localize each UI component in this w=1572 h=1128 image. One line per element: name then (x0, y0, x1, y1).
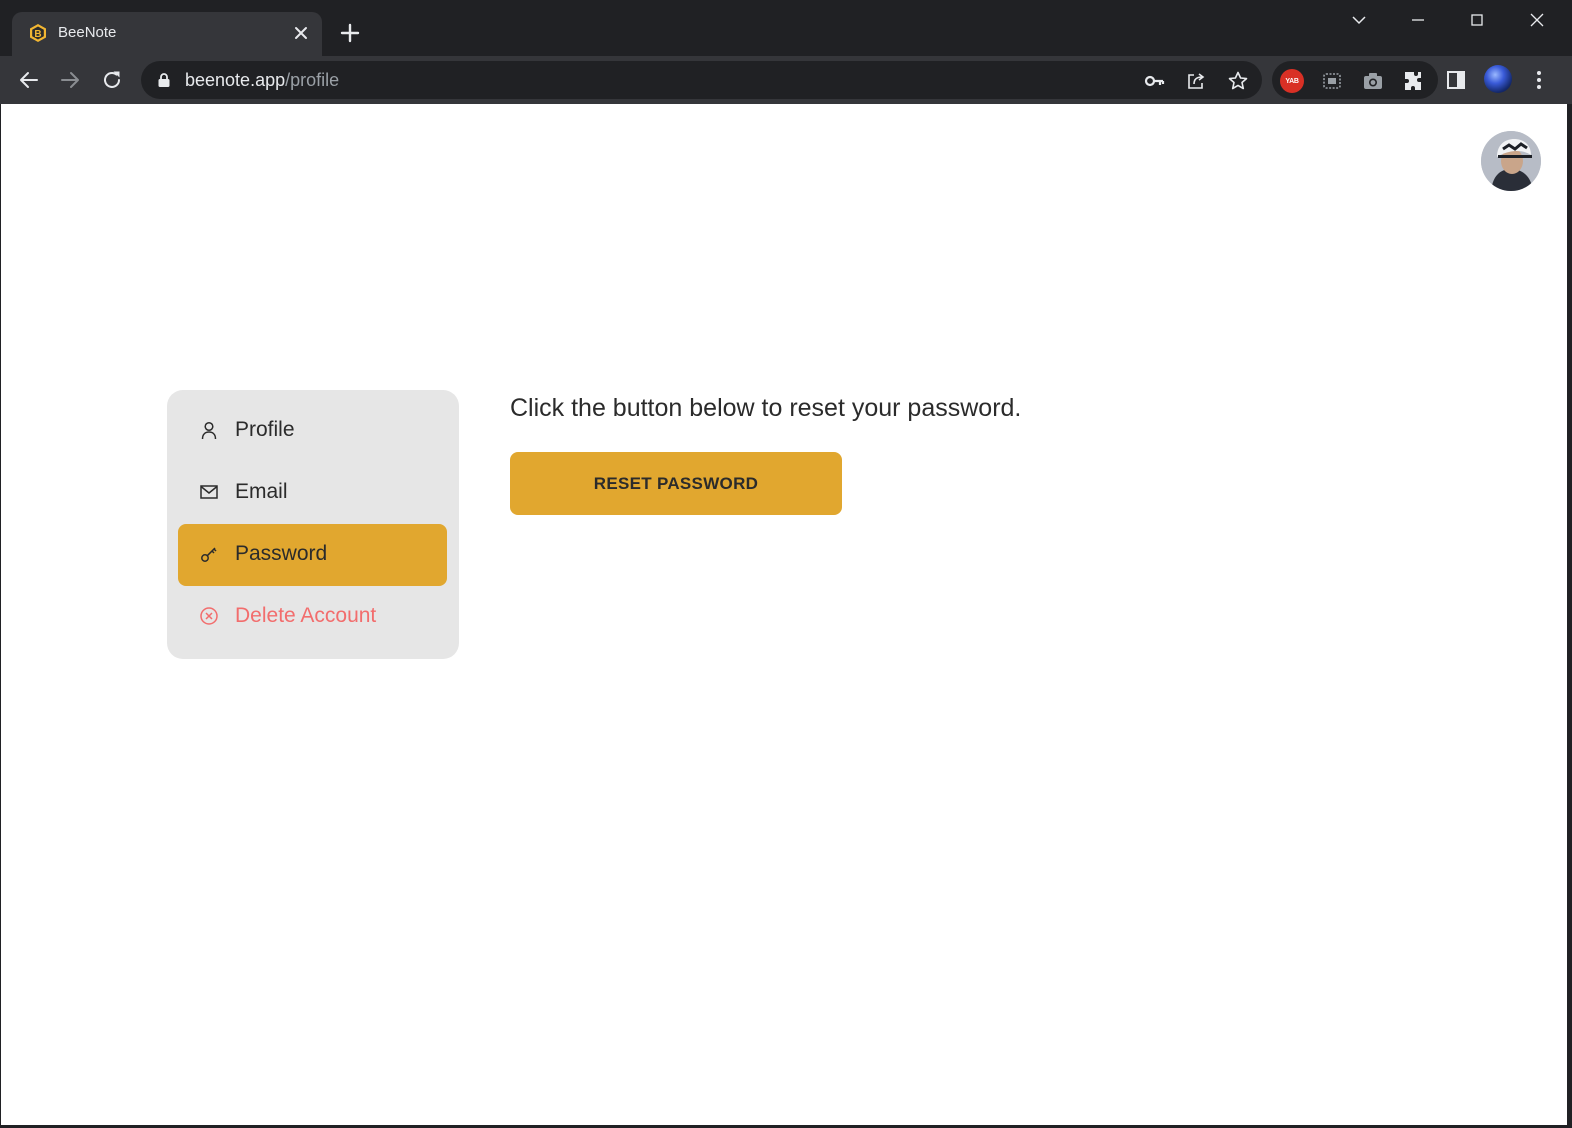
menu-item-delete-account[interactable]: Delete Account (178, 586, 447, 648)
window-border-right (1567, 104, 1572, 1128)
browser-tab[interactable]: B BeeNote (12, 12, 322, 56)
menu-item-password[interactable]: Password (178, 524, 447, 586)
extensions-group: YAB (1272, 61, 1438, 99)
back-icon[interactable] (17, 68, 41, 92)
close-tab-icon[interactable] (290, 22, 312, 44)
url-path: /profile (285, 70, 340, 90)
address-bar[interactable]: beenote.app/profile (141, 61, 1262, 99)
avatar-photo (1481, 131, 1541, 191)
url-text[interactable]: beenote.app/profile (185, 70, 339, 91)
browser-toolbar: beenote.app/profile YAB (0, 56, 1572, 104)
menu-item-label: Delete Account (235, 604, 377, 627)
menu-item-profile[interactable]: Profile (178, 400, 447, 462)
password-key-icon[interactable] (1143, 70, 1165, 92)
user-avatar[interactable] (1481, 131, 1541, 191)
more-menu-icon[interactable] (1527, 68, 1551, 92)
settings-menu: Profile Email Password Delete Account (167, 390, 459, 659)
menu-item-label: Email (235, 480, 288, 503)
new-tab-icon[interactable] (336, 19, 364, 47)
mail-icon (200, 485, 218, 499)
browser-profile-avatar[interactable] (1484, 65, 1512, 93)
extensions-puzzle-icon[interactable] (1402, 69, 1426, 93)
menu-item-label: Password (235, 542, 328, 565)
tab-title: BeeNote (58, 24, 117, 41)
reset-password-instructions: Click the button below to reset your pas… (510, 394, 1022, 422)
minimize-icon[interactable] (1403, 8, 1433, 32)
lock-icon[interactable] (157, 72, 171, 88)
key-icon (201, 547, 217, 562)
screen-capture-extension-icon[interactable] (1320, 69, 1344, 93)
reset-password-button[interactable]: RESET PASSWORD (510, 452, 842, 515)
menu-item-email[interactable]: Email (178, 462, 447, 524)
tab-bar: B BeeNote (0, 0, 1572, 56)
maximize-icon[interactable] (1462, 8, 1492, 32)
close-window-icon[interactable] (1522, 8, 1552, 32)
menu-item-label: Profile (235, 418, 295, 441)
user-icon (201, 421, 217, 440)
side-panel-icon[interactable] (1444, 68, 1468, 92)
tab-search-icon[interactable] (1344, 8, 1374, 32)
favicon-letter: B (34, 29, 41, 40)
url-host: beenote.app (185, 70, 286, 90)
bookmark-star-icon[interactable] (1227, 70, 1249, 92)
x-circle-icon (200, 607, 218, 625)
share-icon[interactable] (1185, 70, 1207, 92)
forward-icon[interactable] (58, 68, 82, 92)
yab-extension-icon[interactable]: YAB (1280, 69, 1304, 93)
camera-extension-icon[interactable] (1361, 69, 1385, 93)
page-content: Profile Email Password Delete Account Cl… (1, 104, 1567, 1125)
beenote-favicon-icon: B (30, 24, 46, 42)
reload-icon[interactable] (100, 68, 124, 92)
